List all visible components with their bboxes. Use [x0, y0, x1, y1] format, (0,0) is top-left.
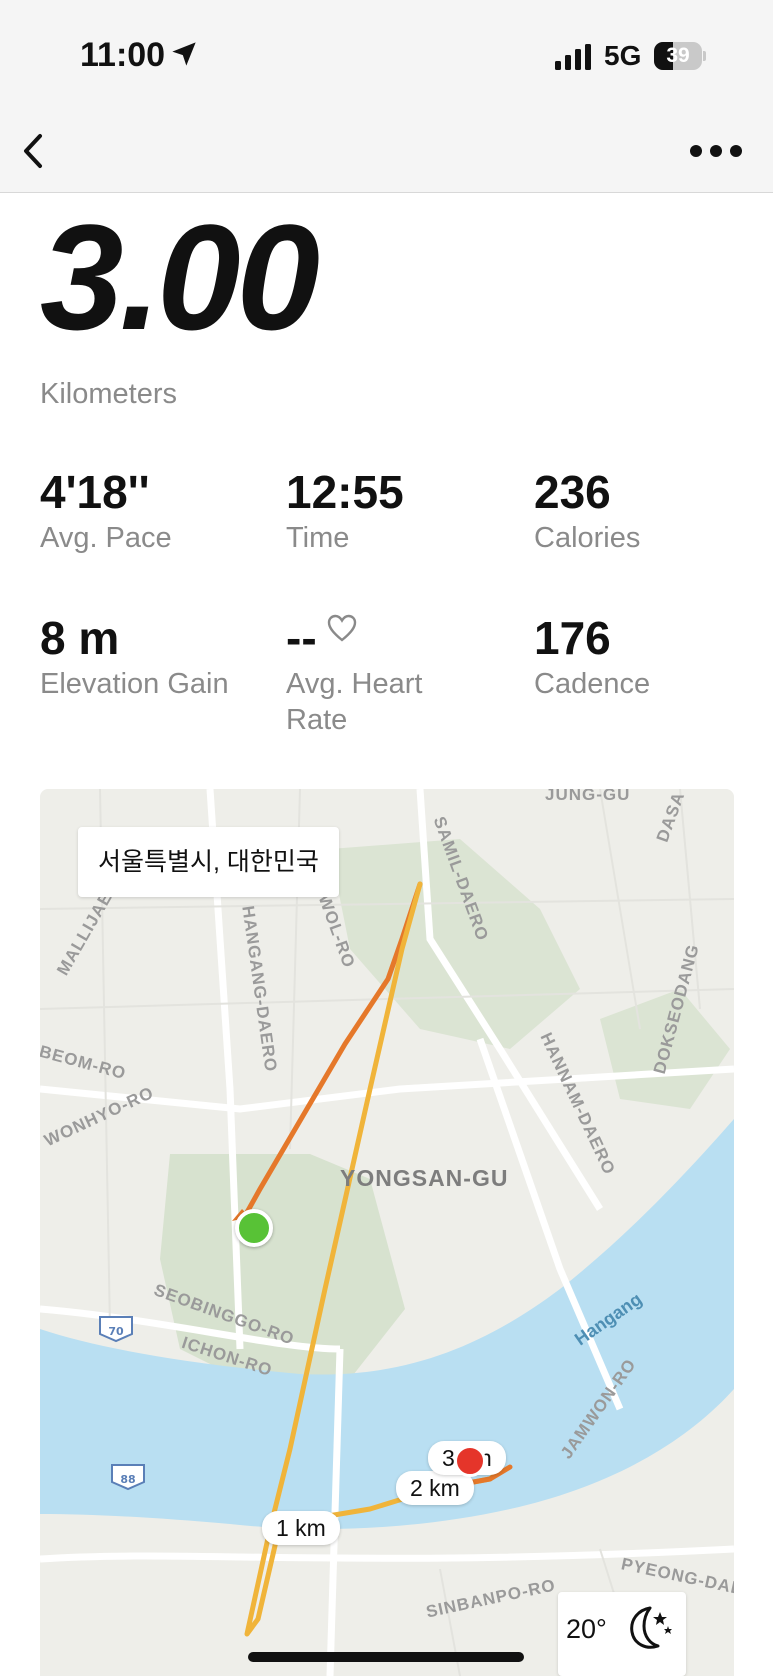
km-marker-1: 1 km: [262, 1511, 340, 1545]
heart-outline-icon: [327, 614, 356, 642]
status-bar: 11:00 5G 39: [0, 0, 773, 110]
route-map[interactable]: 70 88 JUNG-GU DASA SAMIL-DAERO MALLIJAE-…: [40, 789, 734, 1676]
stat-label: Cadence: [534, 668, 651, 700]
battery-icon: 39: [654, 42, 706, 70]
route-start-marker: [235, 1209, 273, 1247]
stat-value: 4'18'': [40, 466, 150, 518]
distance-unit: Kilometers: [40, 378, 177, 410]
svg-text:88: 88: [120, 1473, 135, 1486]
road-shield-70: 70: [99, 1316, 133, 1343]
stat-value: 176: [534, 612, 611, 664]
ellipsis-icon[interactable]: [688, 138, 744, 164]
map-label-jung-gu: JUNG-GU: [545, 789, 631, 804]
stat-avg-heart-rate: -- Avg. Heart Rate: [286, 612, 486, 738]
stat-label: Avg. Heart Rate: [286, 668, 423, 736]
weather-temperature: 20°: [566, 1614, 607, 1644]
status-time: 11:00: [80, 36, 166, 74]
district-label: YONGSAN-GU: [340, 1165, 509, 1191]
stat-value: 8 m: [40, 612, 120, 664]
stat-cadence: 176 Cadence: [534, 612, 764, 702]
stat-value: --: [286, 612, 317, 664]
stat-time: 12:55 Time: [286, 466, 516, 556]
svg-text:70: 70: [108, 1325, 124, 1338]
stat-elevation-gain: 8 m Elevation Gain: [40, 612, 240, 702]
km-marker-2: 2 km: [396, 1471, 474, 1505]
map-base: 70 88: [40, 789, 734, 1676]
weather-badge: 20°: [558, 1592, 686, 1676]
chevron-left-icon[interactable]: [14, 126, 58, 176]
cellular-signal-icon: [555, 44, 591, 70]
stat-value: 236: [534, 466, 611, 518]
location-arrow-icon: [172, 42, 196, 66]
battery-level: 39: [666, 44, 690, 67]
stat-avg-pace: 4'18'' Avg. Pace: [40, 466, 270, 556]
stat-calories: 236 Calories: [534, 466, 764, 556]
stat-value: 12:55: [286, 466, 404, 518]
route-end-marker: [454, 1445, 486, 1477]
home-indicator[interactable]: [248, 1652, 524, 1662]
location-label: 서울특별시, 대한민국: [78, 827, 339, 897]
moon-stars-icon: [630, 1606, 672, 1649]
nav-bar: [0, 110, 773, 193]
distance-value: 3.00: [40, 193, 320, 361]
stat-label: Time: [286, 522, 350, 554]
stat-label: Calories: [534, 522, 641, 554]
stat-label: Elevation Gain: [40, 668, 229, 700]
stat-label: Avg. Pace: [40, 522, 172, 554]
network-type: 5G: [604, 40, 642, 71]
